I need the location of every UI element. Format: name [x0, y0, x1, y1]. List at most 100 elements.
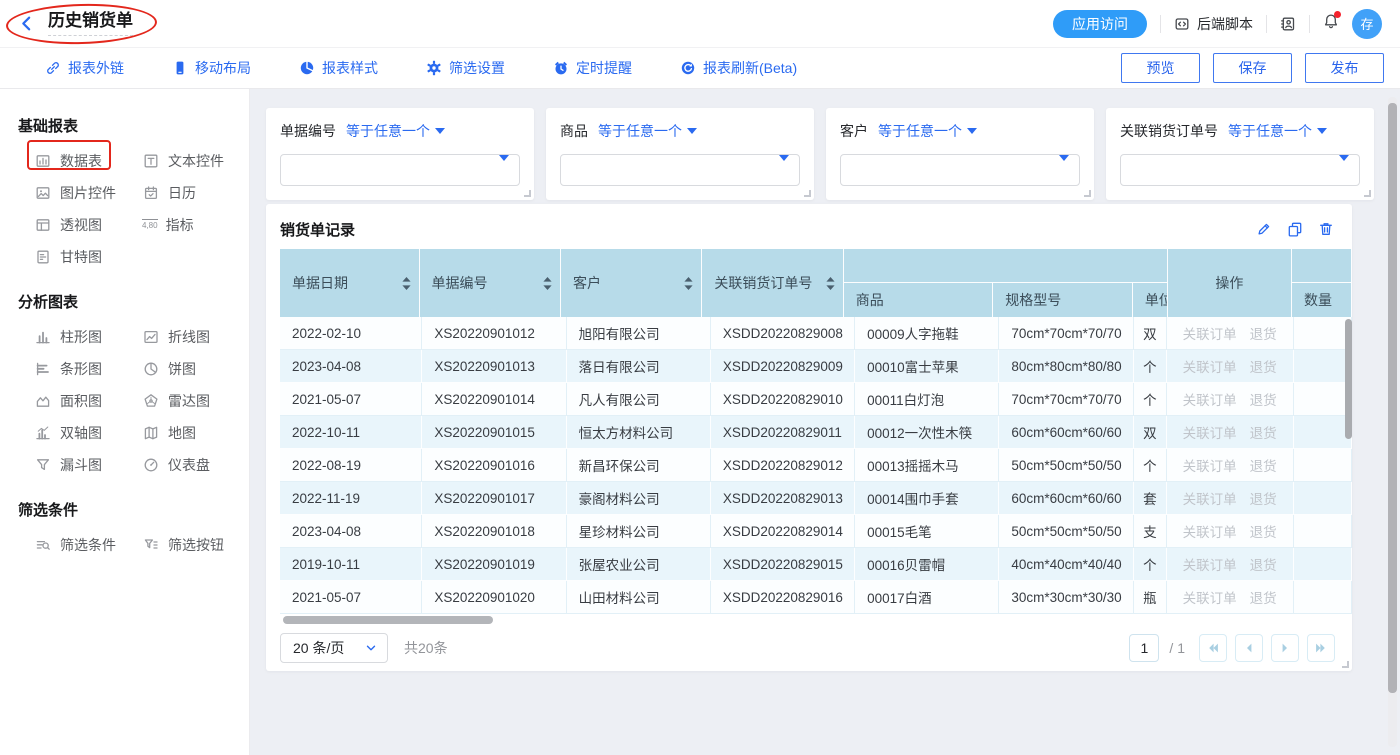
table-row[interactable]: 2022-10-11XS20220901015恒太方材料公司XSDD202208…	[280, 416, 1352, 449]
row-action-link[interactable]: 关联订单	[1183, 488, 1237, 508]
page-title[interactable]: 历史销货单	[48, 11, 133, 36]
notification-button[interactable]	[1323, 13, 1339, 34]
sort-icon[interactable]	[537, 277, 552, 290]
column-header-related-order[interactable]: 关联销货订单号	[702, 249, 843, 317]
row-action-link[interactable]: 退货	[1250, 554, 1277, 574]
table-row[interactable]: 2021-05-07XS20220901014凡人有限公司XSDD2022082…	[280, 383, 1352, 416]
menubar-item-report-link[interactable]: 报表外链	[45, 58, 124, 78]
filter-operator[interactable]: 等于任意一个	[346, 121, 445, 141]
sidebar-item-radar-chart[interactable]: 雷达图	[142, 392, 249, 409]
table-row[interactable]: 2023-04-08XS20220901018星珍材料公司XSDD2022082…	[280, 515, 1352, 548]
widget-resize-handle[interactable]	[804, 190, 811, 197]
column-header-product[interactable]: 商品	[844, 283, 994, 317]
menubar-item-mobile-layout[interactable]: 移动布局	[172, 58, 251, 78]
save-button[interactable]: 保存	[1213, 53, 1292, 83]
sidebar-item-gantt[interactable]: 甘特图	[34, 248, 142, 265]
filter-operator[interactable]: 等于任意一个	[1228, 121, 1327, 141]
widget-resize-handle[interactable]	[1084, 190, 1091, 197]
table-row[interactable]: 2019-10-11XS20220901019张屋农业公司XSDD2022082…	[280, 548, 1352, 581]
table-row[interactable]: 2022-08-19XS20220901016新昌环保公司XSDD2022082…	[280, 449, 1352, 482]
next-page-button[interactable]	[1271, 634, 1299, 662]
preview-button[interactable]: 预览	[1121, 53, 1200, 83]
menubar-item-filter-settings[interactable]: 筛选设置	[426, 58, 505, 78]
row-action-link[interactable]: 关联订单	[1183, 356, 1237, 376]
sidebar-item-column-chart[interactable]: 柱形图	[34, 328, 142, 345]
sidebar-item-line-chart[interactable]: 折线图	[142, 328, 249, 345]
column-header-spec[interactable]: 规格型号	[993, 283, 1133, 317]
app-access-button[interactable]: 应用访问	[1053, 10, 1147, 38]
row-action-link[interactable]: 退货	[1250, 356, 1277, 376]
filter-widget-related-order[interactable]: 关联销货订单号 等于任意一个	[1106, 108, 1374, 200]
row-action-link[interactable]: 退货	[1250, 521, 1277, 541]
page-scrollbar-thumb[interactable]	[1388, 103, 1397, 693]
sidebar-item-area-chart[interactable]: 面积图	[34, 392, 142, 409]
sidebar-item-text-widget[interactable]: 文本控件	[142, 152, 249, 169]
sidebar-item-calendar[interactable]: 日历	[142, 184, 249, 201]
filter-value-select[interactable]	[280, 154, 520, 186]
column-header-date[interactable]: 单据日期	[280, 249, 420, 317]
sort-icon[interactable]	[396, 277, 411, 290]
sales-record-table-widget[interactable]: 销货单记录 单据日期单据编号客户关联销货订单号商品规格型号单位操作数量 2022…	[266, 204, 1352, 671]
last-page-button[interactable]	[1307, 634, 1335, 662]
publish-button[interactable]: 发布	[1305, 53, 1384, 83]
sidebar-item-map[interactable]: 地图	[142, 424, 249, 441]
sidebar-item-data-table[interactable]: 数据表	[34, 152, 142, 169]
table-row[interactable]: 2021-05-07XS20220901020山田材料公司XSDD2022082…	[280, 581, 1352, 614]
row-action-link[interactable]: 关联订单	[1183, 323, 1237, 343]
sidebar-item-image-widget[interactable]: 图片控件	[34, 184, 142, 201]
column-header-bill-no[interactable]: 单据编号	[420, 249, 561, 317]
backend-script-button[interactable]: 后端脚本	[1174, 14, 1253, 34]
row-action-link[interactable]: 关联订单	[1183, 587, 1237, 607]
filter-value-select[interactable]	[560, 154, 800, 186]
sidebar-item-filter-button[interactable]: 筛选按钮	[142, 536, 249, 553]
widget-resize-handle[interactable]	[524, 190, 531, 197]
table-row[interactable]: 2023-04-08XS20220901013落日有限公司XSDD2022082…	[280, 350, 1352, 383]
column-header-customer[interactable]: 客户	[561, 249, 702, 317]
table-row[interactable]: 2022-02-10XS20220901012旭阳有限公司XSDD2022082…	[280, 317, 1352, 350]
copy-icon[interactable]	[1287, 221, 1303, 237]
page-number-input[interactable]: 1	[1129, 634, 1159, 662]
horizontal-scroll-thumb[interactable]	[283, 616, 493, 624]
row-action-link[interactable]: 关联订单	[1183, 455, 1237, 475]
row-action-link[interactable]: 关联订单	[1183, 389, 1237, 409]
filter-operator[interactable]: 等于任意一个	[878, 121, 977, 141]
first-page-button[interactable]	[1199, 634, 1227, 662]
row-action-link[interactable]: 退货	[1250, 323, 1277, 343]
table-row[interactable]: 2022-11-19XS20220901017豪阁材料公司XSDD2022082…	[280, 482, 1352, 515]
page-size-select[interactable]: 20 条/页	[280, 633, 388, 663]
filter-widget-bill-no[interactable]: 单据编号 等于任意一个	[266, 108, 534, 200]
sidebar-item-pivot[interactable]: 透视图	[34, 216, 142, 233]
table-vertical-scrollbar[interactable]	[1345, 319, 1352, 439]
menubar-item-scheduled-reminder[interactable]: 定时提醒	[553, 58, 632, 78]
sort-icon[interactable]	[820, 277, 835, 290]
sidebar-item-pie-chart[interactable]: 饼图	[142, 360, 249, 377]
filter-widget-customer[interactable]: 客户 等于任意一个	[826, 108, 1094, 200]
row-action-link[interactable]: 退货	[1250, 389, 1277, 409]
avatar[interactable]: 存	[1352, 9, 1382, 39]
contacts-button[interactable]	[1280, 16, 1296, 32]
row-action-link[interactable]: 退货	[1250, 455, 1277, 475]
back-button[interactable]	[18, 15, 35, 32]
sidebar-item-bar-chart[interactable]: 条形图	[34, 360, 142, 377]
sidebar-item-funnel[interactable]: 漏斗图	[34, 456, 142, 473]
row-action-link[interactable]: 退货	[1250, 587, 1277, 607]
row-action-link[interactable]: 关联订单	[1183, 554, 1237, 574]
menubar-item-report-refresh[interactable]: 报表刷新(Beta)	[680, 58, 797, 78]
menubar-item-report-style[interactable]: 报表样式	[299, 58, 378, 78]
row-action-link[interactable]: 关联订单	[1183, 422, 1237, 442]
sort-icon[interactable]	[678, 277, 693, 290]
sidebar-item-gauge[interactable]: 仪表盘	[142, 456, 249, 473]
filter-operator[interactable]: 等于任意一个	[598, 121, 697, 141]
row-action-link[interactable]: 退货	[1250, 422, 1277, 442]
row-action-link[interactable]: 关联订单	[1183, 521, 1237, 541]
prev-page-button[interactable]	[1235, 634, 1263, 662]
sidebar-item-dual-axis[interactable]: 双轴图	[34, 424, 142, 441]
widget-resize-handle[interactable]	[1364, 190, 1371, 197]
table-resize-handle[interactable]	[1342, 661, 1349, 668]
edit-icon[interactable]	[1256, 221, 1272, 237]
sidebar-item-indicator[interactable]: 4,80指标	[142, 216, 249, 233]
row-action-link[interactable]: 退货	[1250, 488, 1277, 508]
filter-value-select[interactable]	[840, 154, 1080, 186]
delete-icon[interactable]	[1318, 221, 1334, 237]
sidebar-item-filter-condition[interactable]: 筛选条件	[34, 536, 142, 553]
